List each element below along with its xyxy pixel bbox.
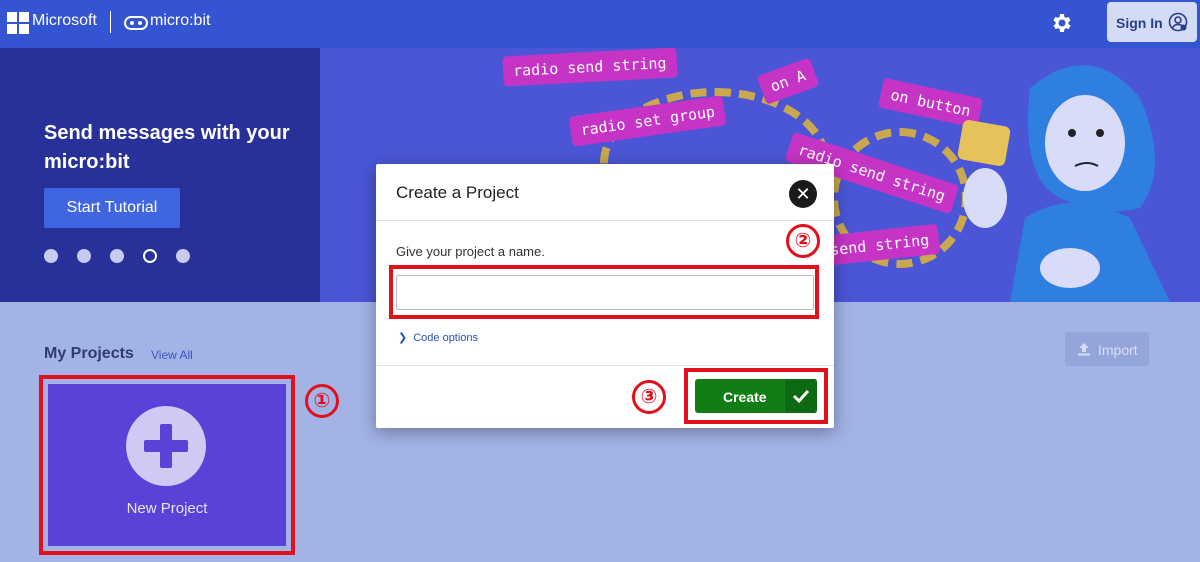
code-options-label: Code options (413, 332, 479, 344)
microsoft-brand[interactable]: Microsoft (32, 12, 97, 30)
brand-divider (110, 11, 111, 33)
import-button[interactable]: Import (1065, 332, 1149, 366)
girl-illustration-icon (957, 65, 1170, 302)
highlight-create-button (684, 368, 828, 424)
code-block: on A (756, 57, 820, 105)
dialog-divider (376, 365, 834, 366)
hero-title: Send messages with your micro:bit (44, 122, 290, 173)
chevron-right-icon: ❯ (398, 332, 408, 344)
step-1-badge: ① (305, 384, 339, 418)
carousel-dot[interactable] (77, 249, 91, 263)
settings-gear-icon[interactable] (1050, 11, 1074, 35)
top-bar: Microsoft micro:bit Sign In (0, 0, 1200, 48)
microbit-brand[interactable]: micro:bit (150, 12, 210, 30)
carousel-dot[interactable] (176, 249, 190, 263)
sign-in-button[interactable]: Sign In (1107, 2, 1197, 42)
highlight-new-project (39, 375, 295, 555)
code-block: radio send string (502, 48, 678, 87)
close-glyph: ✕ (795, 184, 811, 204)
close-icon[interactable]: ✕ (789, 180, 817, 208)
microbit-logo-icon[interactable] (124, 16, 148, 30)
dialog-divider (376, 220, 834, 221)
account-icon (1168, 12, 1188, 32)
dialog-title: Create a Project (396, 183, 519, 202)
step-3-badge: ③ (632, 380, 666, 414)
my-projects-heading: My Projects (44, 345, 134, 362)
carousel-dot[interactable] (44, 249, 58, 263)
upload-icon (1078, 343, 1090, 356)
sign-in-label: Sign In (1116, 15, 1163, 31)
project-name-prompt: Give your project a name. (396, 244, 545, 259)
view-all-link[interactable]: View All (151, 348, 193, 362)
carousel-dot-active[interactable] (143, 249, 157, 263)
carousel-dot[interactable] (110, 249, 124, 263)
start-tutorial-button[interactable]: Start Tutorial (44, 188, 180, 228)
microsoft-logo-icon[interactable] (7, 12, 29, 34)
code-options-toggle[interactable]: ❯ Code options (398, 331, 478, 344)
highlight-name-input (389, 265, 819, 319)
import-label: Import (1098, 342, 1138, 358)
step-2-badge: ② (786, 224, 820, 258)
